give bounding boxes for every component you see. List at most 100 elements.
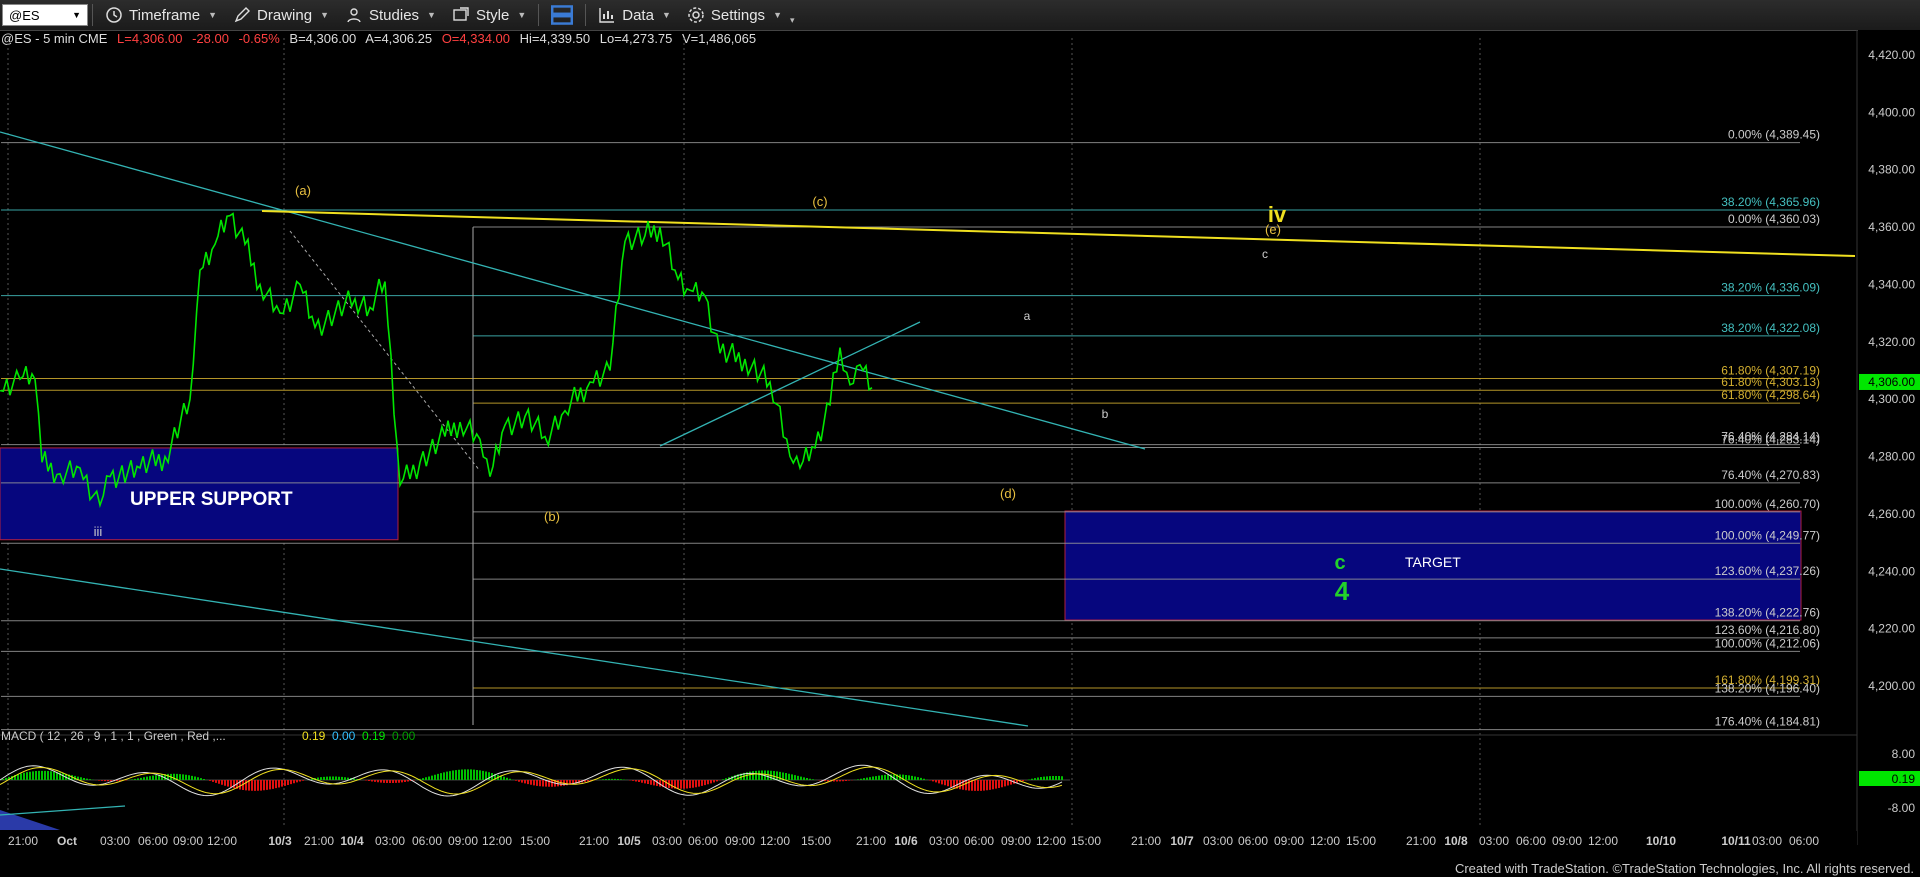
upper-support-label: UPPER SUPPORT xyxy=(130,489,293,510)
time-tick-label: 12:00 xyxy=(1036,834,1066,848)
fib-level-label: 61.80% (4,298.64) xyxy=(1721,388,1820,402)
macd-value: 0.00 xyxy=(392,729,416,743)
price-tick-label: 4,340.00 xyxy=(1868,277,1915,291)
macd-title: MACD ( 12 , 26 , 9 , 1 , 1 , Green , Red… xyxy=(1,729,226,743)
chevron-down-icon[interactable]: ▾ xyxy=(790,15,795,26)
price-tick-label: 4,420.00 xyxy=(1868,48,1915,62)
settings-label: Settings xyxy=(710,6,766,24)
chevron-down-icon[interactable]: ▼ xyxy=(72,10,81,20)
price-tick-label: 4,320.00 xyxy=(1868,335,1915,349)
fib-level-label: 76.40% (4,270.83) xyxy=(1721,468,1820,482)
price-tick-label: 4,260.00 xyxy=(1868,507,1915,521)
macd-histogram-negative xyxy=(95,780,1027,791)
time-tick-label: 10/5 xyxy=(617,834,641,848)
settings-button[interactable]: Settings ▼ xyxy=(679,0,790,30)
time-tick-label: 15:00 xyxy=(1346,834,1376,848)
fib-level-label: 100.00% (4,260.70) xyxy=(1715,497,1820,511)
time-tick-label: 03:00 xyxy=(100,834,130,848)
price-chart[interactable]: UPPER SUPPORT TARGET 0.00% (4,389.45) 38.20… xyxy=(0,30,1920,877)
price-tick-label: 4,400.00 xyxy=(1868,105,1915,119)
fib-level-label: 38.20% (4,336.09) xyxy=(1721,281,1820,295)
time-tick-label: 10/10 xyxy=(1646,834,1676,848)
price-tick-label: 4,200.00 xyxy=(1868,679,1915,693)
fib-level-label: 0.00% (4,360.03) xyxy=(1728,212,1820,226)
wave-label-7: c xyxy=(1262,247,1268,261)
wave-label-11: c xyxy=(1334,552,1345,574)
time-tick-label: 15:00 xyxy=(520,834,550,848)
trendline-lower xyxy=(0,568,1029,727)
fib-level-label: 38.20% (4,365.96) xyxy=(1721,195,1820,209)
time-tick-label: 12:00 xyxy=(1310,834,1340,848)
time-tick-label: 12:00 xyxy=(760,834,790,848)
fib-level-label: 138.20% (4,196.40) xyxy=(1715,681,1820,695)
chart-toolbar: @ES ▼ Timeframe ▼ Drawing ▼ Studies ▼ St… xyxy=(0,0,1920,31)
fib-level-label: 123.60% (4,216.80) xyxy=(1715,623,1820,637)
trendline-rising xyxy=(659,321,921,447)
time-tick-label: 12:00 xyxy=(1588,834,1618,848)
price-tick-label: 4,240.00 xyxy=(1868,564,1915,578)
symbol-input[interactable]: @ES ▼ xyxy=(2,4,88,26)
chevron-down-icon: ▼ xyxy=(208,10,218,20)
time-tick-label: 09:00 xyxy=(1274,834,1304,848)
time-tick-label: 09:00 xyxy=(1001,834,1031,848)
time-tick-label: 03:00 xyxy=(652,834,682,848)
timeframe-button[interactable]: Timeframe ▼ xyxy=(97,0,225,30)
symbol-value: @ES xyxy=(9,7,40,23)
macd-tick-label: -8.00 xyxy=(1888,801,1916,815)
wave-label-4: (d) xyxy=(1000,486,1016,501)
target-label: TARGET xyxy=(1405,554,1461,570)
price-tick-label: 4,300.00 xyxy=(1868,392,1915,406)
price-tick-label: 4,220.00 xyxy=(1868,622,1915,636)
macd-trendline xyxy=(0,805,126,816)
macd-value: 0.00 xyxy=(332,729,356,743)
time-tick-label: 09:00 xyxy=(448,834,478,848)
time-tick-label: 06:00 xyxy=(1789,834,1819,848)
time-tick-label: 06:00 xyxy=(138,834,168,848)
style-label: Style xyxy=(475,6,510,24)
data-button[interactable]: Data ▼ xyxy=(590,0,679,30)
time-tick-label: 10/6 xyxy=(894,834,918,848)
wave-label-8: a xyxy=(1024,309,1031,323)
studies-button[interactable]: Studies ▼ xyxy=(337,0,444,30)
wave-label-2: (b) xyxy=(544,509,560,524)
time-tick-label: 10/11 xyxy=(1721,834,1751,848)
macd-value: 0.19 xyxy=(362,729,386,743)
style-button[interactable]: Style ▼ xyxy=(444,0,534,30)
gear-icon xyxy=(688,7,704,23)
studies-label: Studies xyxy=(369,6,420,24)
time-tick-label: 10/8 xyxy=(1444,834,1468,848)
time-tick-label: 21:00 xyxy=(1131,834,1161,848)
time-tick-label: 21:00 xyxy=(1406,834,1436,848)
timeframe-label: Timeframe xyxy=(129,6,201,24)
time-tick-label: 21:00 xyxy=(8,834,38,848)
fib-level-label: 123.60% (4,237.26) xyxy=(1715,564,1820,578)
toolbar-divider xyxy=(92,4,93,26)
wave-label-3: (c) xyxy=(812,194,827,209)
macd-tick-label: 8.00 xyxy=(1892,747,1916,761)
wave-label-10: iii xyxy=(94,524,103,539)
wave-label-6: iv xyxy=(1268,202,1287,227)
trendline-yellow xyxy=(261,210,1856,257)
time-tick-label: 03:00 xyxy=(1479,834,1509,848)
time-tick-label: Oct xyxy=(57,834,77,848)
price-tick-label: 4,380.00 xyxy=(1868,163,1915,177)
chevron-down-icon: ▼ xyxy=(773,10,782,20)
price-axis-area xyxy=(1858,30,1920,848)
time-tick-label: 15:00 xyxy=(801,834,831,848)
chevron-down-icon: ▼ xyxy=(517,10,527,20)
macd-last-tag-label: 0.19 xyxy=(1892,772,1916,786)
toolbar-divider xyxy=(538,4,540,26)
time-tick-label: 21:00 xyxy=(579,834,609,848)
wave-label-1: (a) xyxy=(295,183,311,198)
time-tick-label: 21:00 xyxy=(304,834,334,848)
time-tick-label: 06:00 xyxy=(688,834,718,848)
time-tick-label: 09:00 xyxy=(725,834,755,848)
fib-level-label: 38.20% (4,322.08) xyxy=(1721,321,1820,335)
layout-button[interactable] xyxy=(543,0,581,30)
time-tick-label: 06:00 xyxy=(1238,834,1268,848)
drawing-button[interactable]: Drawing ▼ xyxy=(225,0,337,30)
person-icon xyxy=(347,8,361,23)
data-label: Data xyxy=(622,6,654,24)
fib-level-label: 100.00% (4,212.06) xyxy=(1715,636,1820,650)
time-tick-label: 06:00 xyxy=(412,834,442,848)
